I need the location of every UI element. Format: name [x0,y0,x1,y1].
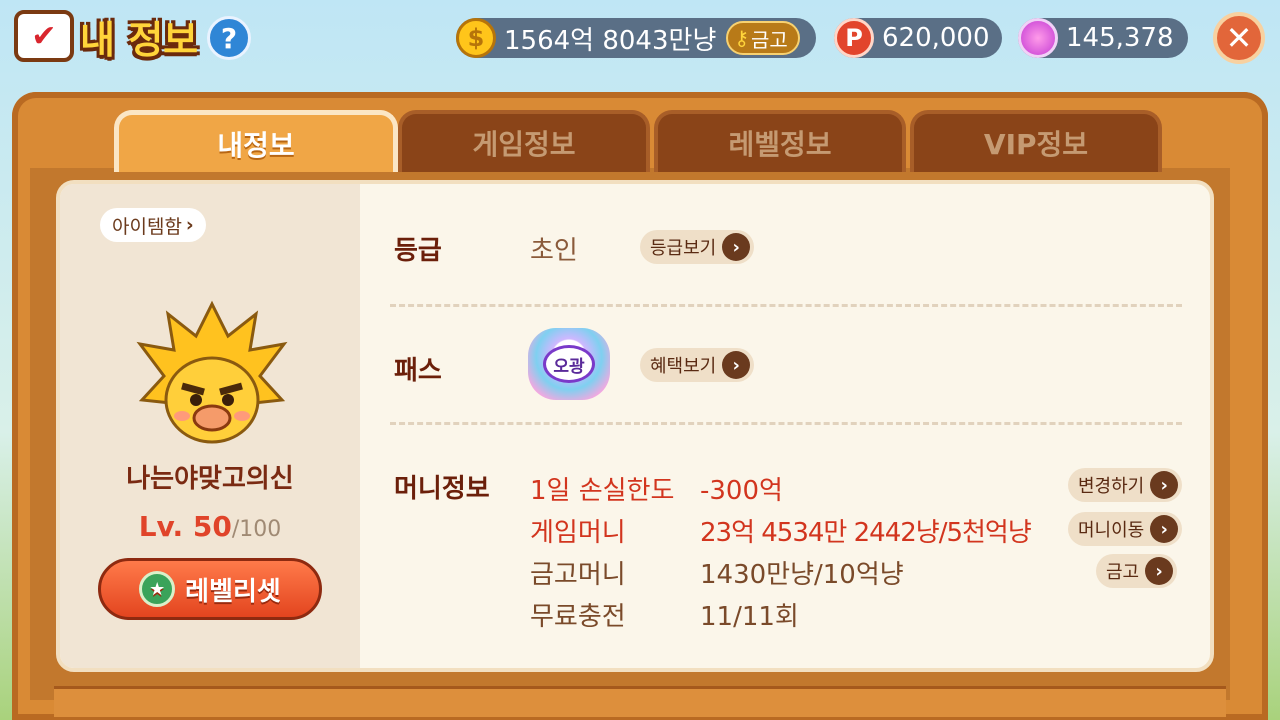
level-current: Lv. 50 [138,510,232,543]
level-display: Lv. 50/100 [60,510,360,543]
change-limit-button[interactable]: 변경하기 › [1068,468,1183,502]
gem-amount: 145,378 [1066,23,1174,53]
safe-money-button-label: 금고 [1106,562,1140,583]
nickname: 나는야맞고의신 [126,464,294,494]
key-icon: ⚷ [734,26,750,50]
help-button[interactable]: ? [207,16,251,60]
page-title: 내 정보 [80,17,199,62]
tab-game-info[interactable]: 게임정보 [398,110,650,172]
divider [390,422,1182,425]
gold-amount: 1564억 8043만냥 [504,25,717,56]
gem-icon [1018,18,1058,58]
chevron-right-icon: › [722,351,751,379]
loss-limit-name: 1일 손실한도 [530,476,675,506]
free-charge-value: 11/11회 [700,602,799,632]
chevron-right-icon: › [1145,557,1174,585]
free-charge-name: 무료충전 [530,602,626,632]
safe-money-button[interactable]: 금고 › [1096,554,1178,588]
safe-button[interactable]: ⚷ 금고 [726,21,800,55]
safe-button-label: 금고 [751,27,788,52]
gold-balance: $ 1564억 8043만냥 ⚷ 금고 [456,18,816,58]
chevron-right-icon: › [1150,471,1179,499]
pass-badge: 오광 [528,328,610,400]
safe-money-value: 1430만냥/10억냥 [700,560,904,590]
safe-money-name: 금고머니 [530,560,626,590]
itembox-button[interactable]: 아이템함 › [100,208,206,242]
grade-label: 등급 [394,236,442,266]
avatar [136,300,288,444]
level-reset-button[interactable]: ★ 레벨리셋 [98,558,322,620]
change-limit-label: 변경하기 [1078,476,1145,497]
coin-icon: $ [456,18,496,58]
profile-column: 아이템함 › 나는야맞고의신 Lv. 50/100 ★ 레벨리셋 [60,184,360,668]
page-title-area: ✔ 내 정보 [14,8,198,64]
point-icon: P [834,18,874,58]
money-info-label: 머니정보 [394,474,490,504]
move-money-button[interactable]: 머니이동 › [1068,512,1183,546]
grade-value: 초인 [530,236,578,266]
gem-balance: 145,378 [1018,18,1188,58]
board-bottom-bar [54,686,1226,717]
chevron-right-icon: › [185,214,194,236]
game-money-value: 23억 4534만 2442냥/5천억냥 [700,518,1032,548]
points-amount: 620,000 [882,23,990,53]
loss-limit-value: -300억 [700,476,783,506]
level-reset-label: 레벨리셋 [185,576,281,607]
view-benefits-button[interactable]: 혜택보기 › [640,348,755,382]
tab-vip-info[interactable]: VIP정보 [910,110,1162,172]
profile-check-icon: ✔ [14,10,74,62]
points-balance: P 620,000 [834,18,1002,58]
move-money-label: 머니이동 [1078,520,1145,541]
chevron-right-icon: › [722,233,751,261]
tab-my-info[interactable]: 내정보 [114,110,398,172]
info-panel: 아이템함 › 나는야맞고의신 Lv. 50/100 ★ 레벨리셋 등급 초인 등… [56,180,1214,672]
tab-level-info[interactable]: 레벨정보 [654,110,906,172]
view-grade-label: 등급보기 [650,238,717,259]
view-benefits-label: 혜택보기 [650,356,717,377]
view-grade-button[interactable]: 등급보기 › [640,230,755,264]
divider [390,304,1182,307]
level-max: /100 [231,517,282,542]
game-money-name: 게임머니 [530,518,626,548]
itembox-label: 아이템함 [112,215,182,238]
pass-badge-text: 오광 [543,345,595,383]
chevron-right-icon: › [1150,515,1179,543]
shield-icon: ★ [139,571,176,607]
close-button[interactable]: ✕ [1213,12,1265,64]
pass-label: 패스 [394,356,442,386]
